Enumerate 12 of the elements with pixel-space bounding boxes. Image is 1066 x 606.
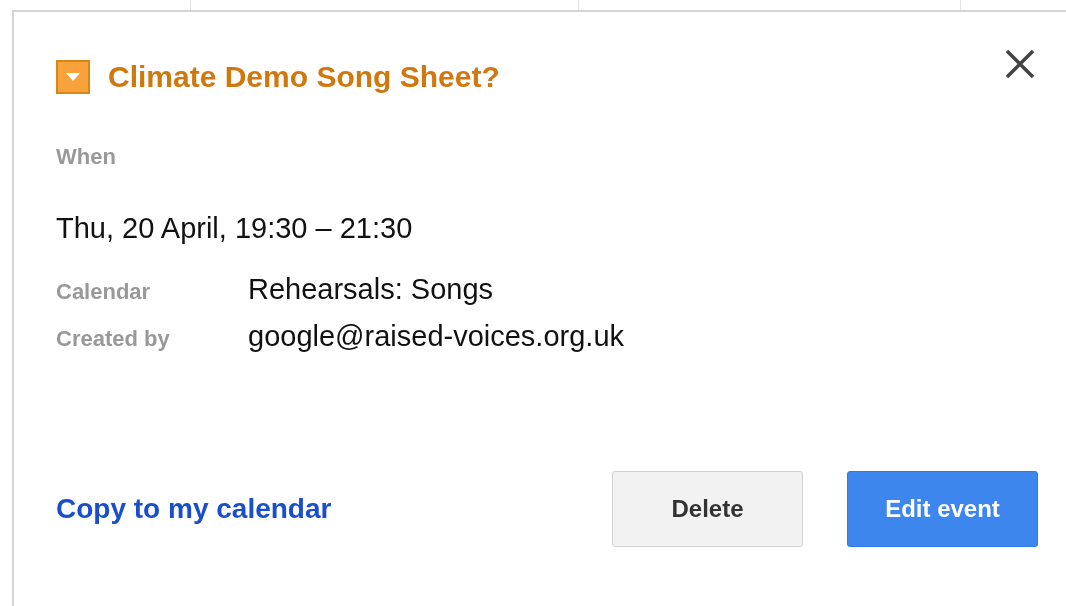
detail-value: google@raised-voices.org.uk xyxy=(248,320,625,353)
event-title: Climate Demo Song Sheet? xyxy=(108,60,501,94)
event-time: Thu, 20 April, 19:30 – 21:30 xyxy=(56,212,414,245)
edit-button[interactable]: Edit event xyxy=(847,471,1038,547)
close-icon xyxy=(1004,48,1036,80)
when-label: When xyxy=(56,144,117,170)
delete-button[interactable]: Delete xyxy=(612,471,803,547)
detail-label: Calendar xyxy=(56,279,152,305)
dropdown-icon[interactable] xyxy=(56,60,90,94)
detail-label: Created by xyxy=(56,326,171,352)
detail-value: Rehearsals: Songs xyxy=(248,273,495,306)
copy-link[interactable]: Copy to my calendar xyxy=(56,493,612,525)
